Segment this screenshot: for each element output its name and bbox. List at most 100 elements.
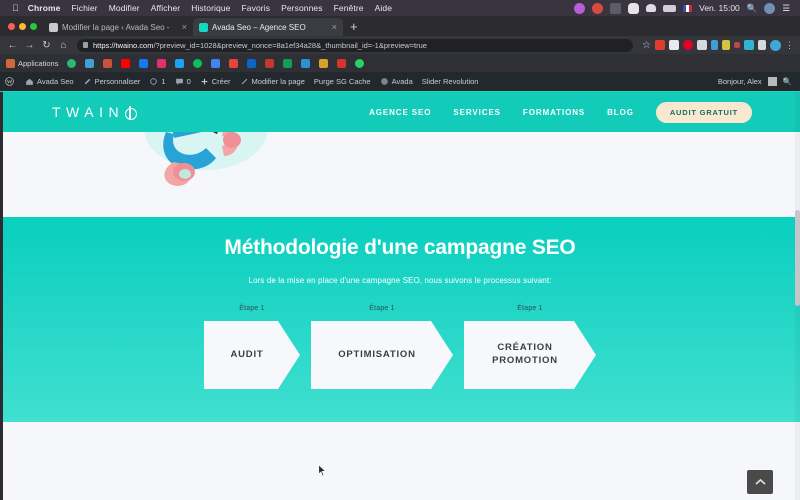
step-chevron[interactable]: CRÉATION PROMOTION <box>464 321 596 389</box>
process-step-audit[interactable]: Étape 1 AUDIT <box>204 305 300 389</box>
bookmark-whatsapp[interactable] <box>355 58 365 68</box>
bookmark-facebook[interactable] <box>139 58 149 68</box>
reload-icon[interactable]: ↻ <box>38 37 55 54</box>
new-tab-button[interactable]: + <box>343 18 365 36</box>
cloud-icon[interactable] <box>628 2 640 14</box>
step-chevron[interactable]: OPTIMISATION <box>311 321 453 389</box>
ext-arrow-icon[interactable] <box>758 40 766 50</box>
ext-pinterest-icon[interactable] <box>683 40 693 50</box>
wp-edit-page[interactable]: Modifier la page <box>240 77 305 86</box>
close-tab-button[interactable]: × <box>182 22 187 32</box>
bookmark-chart[interactable] <box>319 58 329 68</box>
menu-item-personnes[interactable]: Personnes <box>281 3 323 13</box>
wp-avada[interactable]: Avada <box>380 77 413 86</box>
bookmark-mail[interactable] <box>85 58 95 68</box>
browser-tab-inactive[interactable]: Modifier la page ‹ Avada Seo - × <box>43 18 193 36</box>
analytics-icon <box>229 58 239 68</box>
address-bar[interactable]: https://twaino.com/?preview_id=1028&prev… <box>77 38 633 52</box>
tab-title: Avada Seo – Agence SEO <box>212 22 306 32</box>
menu-item-favoris[interactable]: Favoris <box>241 3 270 13</box>
page-scrollbar[interactable] <box>795 92 800 500</box>
step-chevron[interactable]: AUDIT <box>204 321 300 389</box>
plus-icon <box>201 78 208 85</box>
user-avatar[interactable] <box>767 77 777 86</box>
process-step-optimisation[interactable]: Étape 1 OPTIMISATION <box>311 305 453 389</box>
bookmark-chrome[interactable] <box>67 58 77 68</box>
forward-button[interactable]: → <box>21 37 38 54</box>
battery-icon[interactable] <box>663 4 677 12</box>
wp-new-content[interactable]: Créer <box>200 77 231 86</box>
hero-section <box>0 132 800 217</box>
ext-red-small-icon[interactable] <box>734 42 740 48</box>
notification-center-icon[interactable]: ☰ <box>782 3 790 14</box>
wp-slider-revolution[interactable]: Slider Revolution <box>422 77 479 86</box>
wp-purge-cache[interactable]: Purge SG Cache <box>314 77 371 86</box>
bookmark-sheets[interactable] <box>283 58 293 68</box>
menu-item-fenetre[interactable]: Fenêtre <box>334 3 364 13</box>
ext-wordpress-icon[interactable] <box>744 40 754 50</box>
ext-droplet-icon[interactable] <box>711 40 718 50</box>
menu-item-chrome[interactable]: Chrome <box>28 3 61 13</box>
ext-grid-icon[interactable] <box>697 40 707 50</box>
wp-item-label: Créer <box>211 77 231 86</box>
star-icon[interactable]: ☆ <box>638 37 655 54</box>
process-step-creation-promotion[interactable]: Étape 1 CRÉATION PROMOTION <box>464 305 596 389</box>
menu-item-aide[interactable]: Aide <box>375 3 392 13</box>
wp-site-name[interactable]: Avada Seo <box>25 77 74 86</box>
audit-gratuit-button[interactable]: AUDIT GRATUIT <box>655 101 752 123</box>
close-window-button[interactable] <box>8 22 15 30</box>
bookmark-twitter[interactable] <box>175 58 185 68</box>
pencil-icon <box>241 78 247 85</box>
site-logo[interactable]: TWAIN <box>52 104 138 120</box>
back-button[interactable]: ← <box>4 37 21 54</box>
bookmark-linkedin[interactable] <box>247 58 257 68</box>
ext-notification-icon[interactable] <box>655 40 665 50</box>
nav-item-services[interactable]: SERVICES <box>453 108 501 117</box>
bookmark-slides[interactable] <box>301 58 311 68</box>
nav-item-formations[interactable]: FORMATIONS <box>523 108 585 117</box>
menu-item-modifier[interactable]: Modifier <box>109 3 140 13</box>
minimize-window-button[interactable] <box>19 22 26 30</box>
ext-highlighter-icon[interactable] <box>722 40 730 50</box>
nav-item-blog[interactable]: BLOG <box>607 108 634 117</box>
nav-item-agence-seo[interactable]: AGENCE SEO <box>369 108 431 117</box>
kebab-menu-icon[interactable]: ⋮ <box>783 40 796 51</box>
siri-icon[interactable] <box>574 2 586 14</box>
search-icon[interactable]: 🔍 <box>747 3 758 14</box>
home-icon[interactable]: ⌂ <box>55 37 72 54</box>
wp-greeting[interactable]: Bonjour, Alex <box>718 77 762 86</box>
screen-share-icon[interactable] <box>610 2 622 14</box>
ext-cloud-icon[interactable] <box>669 40 679 50</box>
wp-updates[interactable]: 1 <box>149 77 166 86</box>
control-center-icon[interactable] <box>764 2 776 14</box>
clock[interactable]: Ven. 15:00 <box>699 3 740 13</box>
bookmark-video[interactable] <box>337 58 347 68</box>
wp-customize[interactable]: Personnaliser <box>83 77 140 86</box>
bookmark-analytics[interactable] <box>229 58 239 68</box>
bookmark-ahrefs[interactable] <box>265 58 275 68</box>
menu-item-afficher[interactable]: Afficher <box>151 3 180 13</box>
close-tab-button[interactable]: × <box>332 22 337 32</box>
bookmark-translate[interactable] <box>211 58 221 68</box>
wp-logo-icon[interactable] <box>5 77 14 86</box>
menu-item-historique[interactable]: Historique <box>191 3 230 13</box>
ext-profile-icon[interactable] <box>770 39 781 51</box>
bookmarks-bar: Applications <box>0 54 800 72</box>
bookmark-instagram[interactable] <box>157 58 167 68</box>
bookmark-youtube[interactable] <box>121 58 131 68</box>
wifi-icon[interactable] <box>646 4 657 12</box>
menu-item-fichier[interactable]: Fichier <box>71 3 97 13</box>
apple-icon[interactable]:  <box>12 3 19 13</box>
browser-tab-active[interactable]: Avada Seo – Agence SEO × <box>193 18 343 36</box>
mail-icon <box>85 58 95 68</box>
wp-comments[interactable]: 0 <box>175 77 191 86</box>
search-icon[interactable]: 🔍 <box>783 77 792 86</box>
bookmark-semrush[interactable] <box>193 58 203 68</box>
scroll-to-top-button[interactable] <box>747 470 773 494</box>
bookmark-applications[interactable]: Applications <box>6 58 58 68</box>
flag-france-icon[interactable] <box>683 4 693 12</box>
maximize-window-button[interactable] <box>30 22 37 30</box>
bookmark-news[interactable] <box>103 58 113 68</box>
dropbox-icon[interactable] <box>592 2 604 14</box>
scrollbar-thumb[interactable] <box>795 210 800 306</box>
